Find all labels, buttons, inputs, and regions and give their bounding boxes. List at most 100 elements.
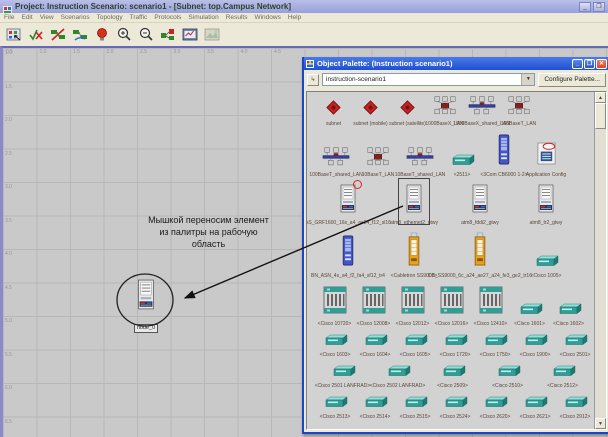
router-icon (522, 395, 548, 413)
router-icon (322, 333, 348, 351)
palette-item[interactable]: subnet (satellite) (389, 100, 426, 120)
zoom-in-button[interactable] (113, 25, 134, 44)
palette-restore-button[interactable]: ❐ (584, 59, 595, 69)
palette-item[interactable]: <Cisco 10720> (315, 285, 354, 320)
palette-item[interactable]: <Cisco 2620> (475, 395, 515, 413)
palette-item[interactable]: <Cisco 2621> (515, 395, 555, 413)
palette-item[interactable]: 100BaseT_shared_LAN (315, 147, 357, 171)
palette-item[interactable]: subnet (315, 100, 352, 120)
palette-item[interactable]: 1000BaseX_LAN (426, 96, 463, 120)
menu-results[interactable]: Results (226, 14, 248, 21)
run-simulation-icon (160, 27, 176, 42)
palette-item[interactable]: 1000BaseX_shared_LAN (463, 96, 500, 120)
toolbar (0, 23, 608, 46)
palette-item[interactable]: <Cisco 2912> (555, 395, 595, 413)
node-0[interactable]: node_0 (133, 279, 159, 334)
palette-item[interactable]: <Cisco 12016> (432, 285, 471, 320)
grid-col-label: 3.0 (174, 49, 181, 55)
palette-item[interactable]: 10BaseT_shared_LAN (399, 147, 441, 171)
palette-item-label: <Cisco 2524> (440, 414, 471, 420)
palette-scrollbar[interactable]: ▲ ▼ (594, 92, 606, 429)
fail-objects-button[interactable] (47, 25, 68, 44)
grid-row-label: 3.0 (5, 184, 12, 190)
palette-item[interactable]: atm8_tr2_gtwy (513, 184, 579, 219)
palette-minimize-button[interactable]: _ (572, 59, 583, 69)
palette-item[interactable]: <Cisco 1720> (435, 333, 475, 351)
router-icon (330, 364, 356, 382)
palette-item[interactable]: <Cisco 1603> (315, 333, 355, 351)
palette-item[interactable]: <Cabletron SS9000> (381, 232, 447, 272)
menu-windows[interactable]: Windows (254, 14, 280, 21)
palette-item[interactable]: <Cisco 2501 LANFRAD> (315, 364, 370, 382)
menu-edit[interactable]: Edit (21, 14, 32, 21)
palette-item-label: <Cisco 12008> (357, 321, 391, 327)
dropdown-arrow-icon[interactable]: ▼ (521, 74, 534, 85)
zoom-out-button[interactable] (135, 25, 156, 44)
menu-file[interactable]: File (4, 14, 14, 21)
scrollbar-thumb[interactable] (595, 103, 606, 129)
palette-item[interactable]: Application Config (525, 141, 567, 171)
palette-item[interactable]: atm8_ethernet2_gtwy (381, 184, 447, 219)
palette-close-button[interactable]: ✕ (596, 59, 607, 69)
palette-item-label: 10BaseT_shared_LAN (395, 172, 446, 178)
palette-item-label: atm8_fddi2_gtwy (461, 220, 499, 226)
menu-view[interactable]: View (40, 14, 54, 21)
palette-item[interactable]: <Cisco 1750> (475, 333, 515, 351)
palette-item[interactable]: 100BaseT_LAN (500, 96, 537, 120)
recover-objects-button[interactable] (69, 25, 90, 44)
restore-button[interactable]: ❐ (593, 2, 605, 12)
lightbulb-button[interactable] (91, 25, 112, 44)
palette-item[interactable]: <Cisco 2502 LANFRAD> (370, 364, 425, 382)
animation-button[interactable] (201, 25, 222, 44)
palette-tree-button[interactable]: ↳ (307, 74, 319, 86)
view-results-button[interactable] (179, 25, 200, 44)
palette-item[interactable]: CB_SS9000_6c_a24_ae27_a24_fe3_ge2_tr16 (447, 232, 513, 272)
palette-item[interactable]: 10BaseT_LAN (357, 147, 399, 171)
menu-simulation[interactable]: Simulation (188, 14, 218, 21)
menu-protocols[interactable]: Protocols (154, 14, 181, 21)
palette-select[interactable]: instruction-scenario1 ▼ (322, 73, 535, 86)
workspace-canvas[interactable]: 0.51.01.52.02.53.03.54.04.51.01.52.02.53… (0, 46, 608, 437)
palette-item[interactable]: <Cisco 1604> (355, 333, 395, 351)
palette-item[interactable]: <Cisco 2501> (555, 333, 595, 351)
switch-rack-icon (134, 279, 158, 316)
palette-item[interactable]: <Cisco 2509> (425, 364, 480, 382)
palette-item[interactable]: <Cisco 2515> (395, 395, 435, 413)
palette-item[interactable]: <Cisco 12410> (471, 285, 510, 320)
scroll-up-icon[interactable]: ▲ (595, 92, 606, 103)
palette-item[interactable]: <Cisco 1605> (395, 333, 435, 351)
palette-item[interactable]: AS_GRF1600_16s_a4_ae24_f12_sl16 (315, 184, 381, 219)
palette-item[interactable]: subnet (mobile) (352, 100, 389, 120)
menu-traffic[interactable]: Traffic (130, 14, 148, 21)
router-icon (322, 395, 348, 413)
palette-item[interactable]: <Cisco 2512> (535, 364, 590, 382)
palette-item[interactable]: <Cisco 12008> (354, 285, 393, 320)
palette-item[interactable]: <Cisco 1602> (549, 302, 588, 320)
rack-gray-icon (338, 184, 358, 219)
palette-item-label: subnet (mobile) (353, 121, 387, 127)
palette-item[interactable]: <Cisco 1601> (510, 302, 549, 320)
palette-titlebar[interactable]: Object Palette: (Instruction scenario1) … (304, 57, 608, 70)
configure-palette-button[interactable]: Configure Palette... (538, 73, 606, 87)
run-simulation-button[interactable] (157, 25, 178, 44)
palette-item[interactable]: <Cisco 2513> (315, 395, 355, 413)
menu-scenarios[interactable]: Scenarios (61, 14, 90, 21)
palette-item[interactable]: <3Com CB6000 1-2> (483, 133, 525, 171)
menu-topology[interactable]: Topology (97, 14, 123, 21)
menu-help[interactable]: Help (288, 14, 301, 21)
palette-item[interactable]: <Cisco 2510> (480, 364, 535, 382)
palette-item[interactable]: <Cisco 2514> (355, 395, 395, 413)
palette-item[interactable]: <Cisco 1005> (513, 254, 579, 272)
palette-item[interactable]: <Cisco 2524> (435, 395, 475, 413)
minimize-button[interactable]: _ (579, 2, 591, 12)
palette-item[interactable]: BN_ASN_4s_a4_f2_fa4_sf12_tr4 (315, 234, 381, 272)
palette-row: <Cisco 2501 LANFRAD><Cisco 2502 LANFRAD>… (307, 360, 593, 382)
verify-links-button[interactable] (25, 25, 46, 44)
palette-item[interactable]: atm8_fddi2_gtwy (447, 184, 513, 219)
palette-item[interactable]: <Cisco 1900> (515, 333, 555, 351)
palette-item-label: <Cisco 1602> (553, 321, 584, 327)
open-palette-button[interactable] (3, 25, 24, 44)
palette-item[interactable]: <Cisco 12012> (393, 285, 432, 320)
palette-item[interactable]: <2511> (441, 153, 483, 171)
scroll-down-icon[interactable]: ▼ (595, 418, 606, 429)
